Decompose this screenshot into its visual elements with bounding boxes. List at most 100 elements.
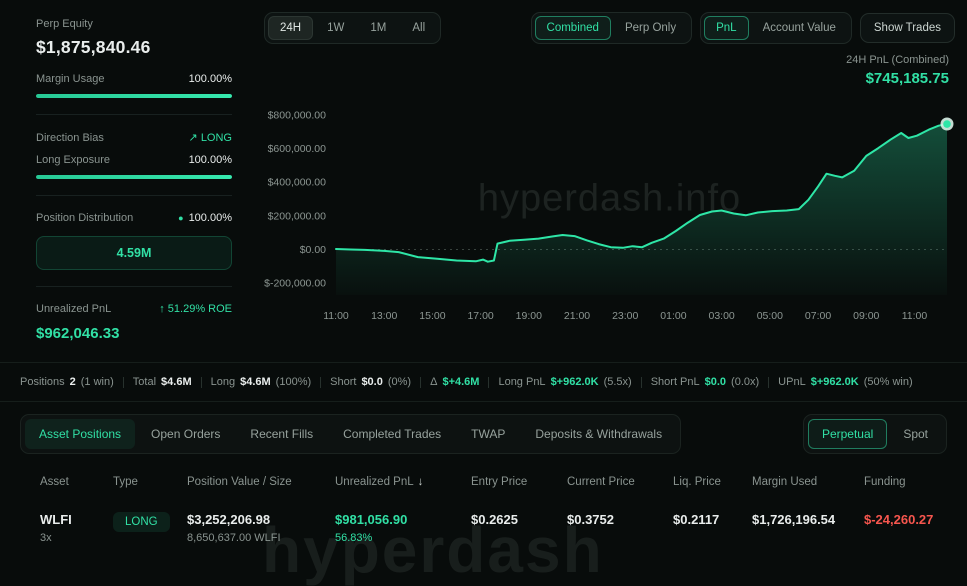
tab-completed-trades[interactable]: Completed Trades <box>329 419 455 449</box>
direction-bias-label: Direction Bias <box>36 132 104 144</box>
position-distribution-value: ●100.00% <box>178 212 232 224</box>
asset-symbol: WLFI <box>40 512 113 527</box>
chart-current-value: $745,185.75 <box>264 70 949 87</box>
stat-separator <box>420 377 421 388</box>
header-margin-used[interactable]: Margin Used <box>752 476 864 488</box>
stat-separator <box>320 377 321 388</box>
account-value-button[interactable]: Account Value <box>751 16 848 40</box>
range-1m-button[interactable]: 1M <box>358 16 398 40</box>
perp-equity-block: Perp Equity $1,875,840.46 Margin Usage 1… <box>36 4 232 115</box>
range-all-button[interactable]: All <box>400 16 437 40</box>
table-row[interactable]: WLFI 3x LONG $3,252,206.98 8,650,637.00 … <box>20 512 947 544</box>
direction-bias-block: Direction Bias ↗ LONG Long Exposure 100.… <box>36 115 232 196</box>
stat-short: Short $0.0 (0%) <box>330 376 411 388</box>
tab-spot[interactable]: Spot <box>889 419 942 449</box>
long-exposure-bar <box>36 175 232 179</box>
svg-text:13:00: 13:00 <box>371 310 397 322</box>
svg-text:03:00: 03:00 <box>709 310 735 322</box>
svg-text:$0.00: $0.00 <box>300 244 326 256</box>
perp-equity-label: Perp Equity <box>36 18 232 30</box>
market-mode-tabs: Perpetual Spot <box>803 414 947 454</box>
header-position-value[interactable]: Position Value / Size <box>187 476 335 488</box>
cell-asset: WLFI 3x <box>20 512 113 544</box>
header-entry-price[interactable]: Entry Price <box>471 476 567 488</box>
stat-separator <box>123 377 124 388</box>
tab-perpetual[interactable]: Perpetual <box>808 419 887 449</box>
metric-mode-group: PnL Account Value <box>700 12 852 44</box>
tab-open-orders[interactable]: Open Orders <box>137 419 234 449</box>
svg-text:23:00: 23:00 <box>612 310 638 322</box>
margin-usage-bar <box>36 94 232 98</box>
unrealized-pnl-label: Unrealized PnL <box>36 303 111 315</box>
svg-text:05:00: 05:00 <box>757 310 783 322</box>
long-exposure-label: Long Exposure <box>36 154 110 166</box>
header-unrealized-pnl[interactable]: Unrealized PnL↓ <box>335 476 471 488</box>
svg-text:15:00: 15:00 <box>419 310 445 322</box>
svg-text:11:00: 11:00 <box>902 310 928 322</box>
chart-title: 24H PnL (Combined) <box>264 54 949 66</box>
stat-separator <box>488 377 489 388</box>
stat-upnl: UPnL $+962.0K (50% win) <box>778 376 912 388</box>
header-current-price[interactable]: Current Price <box>567 476 673 488</box>
stat-short-pnl: Short PnL $0.0 (0.0x) <box>651 376 759 388</box>
margin-usage-value: 100.00% <box>189 73 232 85</box>
long-exposure-value: 100.00% <box>189 154 232 166</box>
pnl-chart-svg[interactable]: $800,000.00$600,000.00$400,000.00$200,00… <box>264 89 955 339</box>
cell-liq-price: $0.2117 <box>673 512 752 527</box>
arrow-up-icon: ↑ <box>159 303 165 315</box>
header-funding[interactable]: Funding <box>864 476 947 488</box>
pnl-button[interactable]: PnL <box>704 16 748 40</box>
range-24h-button[interactable]: 24H <box>268 16 313 40</box>
cell-type: LONG <box>113 512 187 532</box>
header-asset[interactable]: Asset <box>20 476 113 488</box>
header-type[interactable]: Type <box>113 476 187 488</box>
view-mode-group: Combined Perp Only <box>531 12 693 44</box>
stat-total: Total $4.6M <box>133 376 192 388</box>
position-distribution-block: Position Distribution ●100.00% 4.59M <box>36 196 232 287</box>
unrealized-pnl-block: Unrealized PnL ↑ 51.29% ROE $962,046.33 <box>36 287 232 358</box>
position-distribution-label: Position Distribution <box>36 212 133 224</box>
show-trades-button[interactable]: Show Trades <box>860 13 955 43</box>
bottom-tabs-row: Asset Positions Open Orders Recent Fills… <box>20 414 947 454</box>
svg-text:$200,000.00: $200,000.00 <box>268 210 327 222</box>
cell-current-price: $0.3752 <box>567 512 673 527</box>
green-dot-icon: ● <box>178 213 183 223</box>
svg-text:01:00: 01:00 <box>660 310 686 322</box>
chart-toolbar: 24H 1W 1M All Combined Perp Only PnL Acc… <box>264 12 955 44</box>
pnl-chart-panel: 24H 1W 1M All Combined Perp Only PnL Acc… <box>250 0 967 362</box>
roe-value: ↑ 51.29% ROE <box>159 303 232 315</box>
tab-deposits-withdrawals[interactable]: Deposits & Withdrawals <box>521 419 676 449</box>
trend-up-icon: ↗ <box>189 132 198 144</box>
asset-leverage: 3x <box>40 532 113 544</box>
svg-text:07:00: 07:00 <box>805 310 831 322</box>
margin-usage-label: Margin Usage <box>36 73 104 85</box>
long-badge: LONG <box>113 512 170 532</box>
perp-only-button[interactable]: Perp Only <box>613 16 688 40</box>
tab-twap[interactable]: TWAP <box>457 419 519 449</box>
cell-funding: $-24,260.27 <box>864 512 947 527</box>
table-header-row: Asset Type Position Value / Size Unreali… <box>20 476 947 488</box>
cell-margin-used: $1,726,196.54 <box>752 512 864 527</box>
header-liq-price[interactable]: Liq. Price <box>673 476 752 488</box>
tab-asset-positions[interactable]: Asset Positions <box>25 419 135 449</box>
svg-text:17:00: 17:00 <box>467 310 493 322</box>
tab-recent-fills[interactable]: Recent Fills <box>236 419 327 449</box>
positions-table: Asset Type Position Value / Size Unreali… <box>20 476 947 544</box>
pnl-chart[interactable]: $800,000.00$600,000.00$400,000.00$200,00… <box>264 89 955 339</box>
svg-text:09:00: 09:00 <box>853 310 879 322</box>
stat-positions: Positions 2 (1 win) <box>20 376 114 388</box>
stat-long: Long $4.6M (100%) <box>211 376 312 388</box>
svg-text:$-200,000.00: $-200,000.00 <box>264 278 326 290</box>
account-summary-sidebar: Perp Equity $1,875,840.46 Margin Usage 1… <box>0 0 250 362</box>
top-section: Perp Equity $1,875,840.46 Margin Usage 1… <box>0 0 967 362</box>
stat-separator <box>641 377 642 388</box>
svg-text:11:00: 11:00 <box>323 310 349 322</box>
position-total-value: 4.59M <box>117 246 152 260</box>
combined-button[interactable]: Combined <box>535 16 611 40</box>
range-1w-button[interactable]: 1W <box>315 16 356 40</box>
position-total-box[interactable]: 4.59M <box>36 236 232 270</box>
perp-equity-value: $1,875,840.46 <box>36 37 232 58</box>
sort-desc-icon: ↓ <box>418 476 424 488</box>
svg-text:$800,000.00: $800,000.00 <box>268 109 327 121</box>
time-range-group: 24H 1W 1M All <box>264 12 441 44</box>
